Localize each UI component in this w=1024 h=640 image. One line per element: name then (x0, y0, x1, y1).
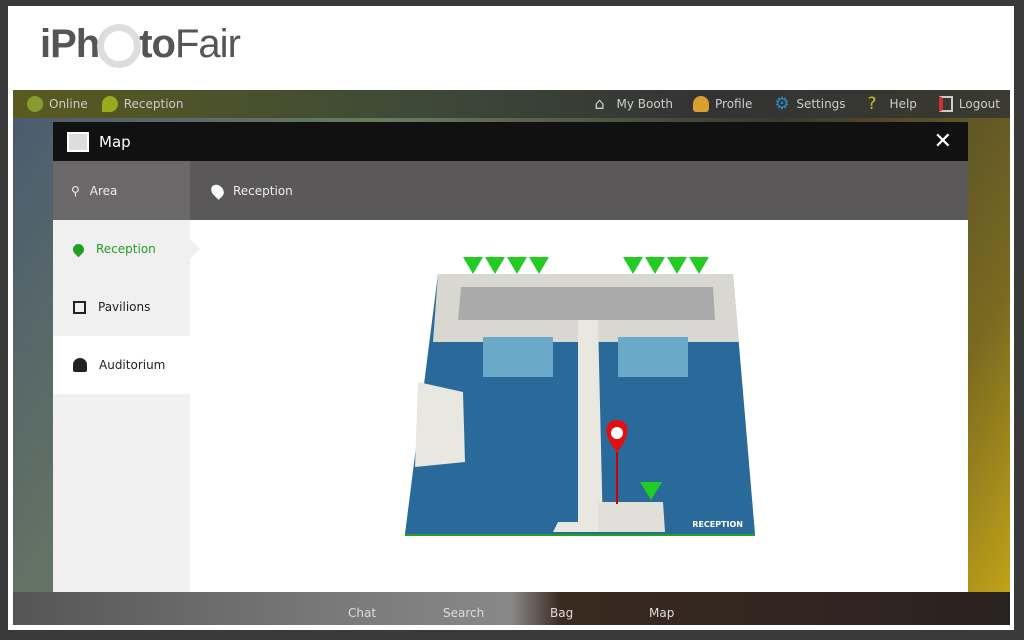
label: Reception (96, 242, 156, 256)
close-button[interactable]: ✕ (934, 129, 952, 154)
my-booth-button[interactable]: ⌂ My Booth (595, 96, 674, 112)
terrace (415, 382, 465, 467)
status-dot-icon (27, 96, 43, 112)
modal-header: Map ✕ (53, 122, 968, 161)
label: Reception (233, 183, 293, 198)
label: Area (89, 183, 118, 198)
booth-row (458, 287, 715, 320)
pin-icon (208, 181, 227, 200)
sidebar-item-pavilions[interactable]: Pavilions (53, 278, 190, 336)
map-button[interactable]: Map (649, 606, 674, 620)
sidebar-item-reception[interactable]: Reception (53, 220, 200, 278)
label: Auditorium (99, 358, 166, 372)
label: My Booth (616, 97, 674, 111)
map-icon (67, 131, 89, 152)
gear-icon: ⚙ (774, 94, 790, 114)
label: Settings (796, 97, 846, 111)
steps (598, 502, 665, 532)
top-toolbar: Online Reception ⌂ My Booth Profile ⚙ Sett… (13, 90, 1010, 118)
logout-button[interactable]: Logout (938, 96, 1000, 112)
modal-title: Map (99, 132, 131, 151)
location-label: Reception (123, 97, 184, 111)
reception-map[interactable]: RECEPTION (403, 252, 763, 542)
area-tabs: ⚲ Area Reception (53, 161, 968, 220)
map-modal: Map ✕ ⚲ Area Reception Reception Pavilion… (53, 122, 968, 592)
label: Pavilions (98, 300, 151, 314)
pin-icon (70, 241, 87, 257)
sidebar-item-auditorium[interactable]: Auditorium (53, 336, 190, 394)
chat-button[interactable]: Chat (348, 606, 376, 620)
settings-button[interactable]: ⚙ Settings (774, 94, 846, 114)
tab-reception[interactable]: Reception (190, 161, 293, 220)
bottom-bar: Chat Search Bag Map (13, 592, 1010, 625)
label: Profile (715, 97, 753, 111)
sidebar: Reception Pavilions Auditorium (53, 220, 200, 592)
map-label: RECEPTION (692, 520, 743, 529)
logo: iPh toFair (40, 22, 241, 69)
logout-icon (938, 96, 953, 112)
location-bubble-icon (101, 96, 118, 112)
bag-button[interactable]: Bag (550, 606, 573, 620)
profile-button[interactable]: Profile (693, 96, 752, 112)
auditorium-icon (73, 358, 87, 372)
pool-right (618, 337, 688, 377)
tab-area[interactable]: ⚲ Area (53, 161, 190, 220)
pool-left (483, 337, 553, 377)
location-reception[interactable]: Reception (101, 96, 184, 112)
status-online[interactable]: Online (27, 96, 88, 112)
square-icon (73, 300, 86, 314)
search-button[interactable]: Search (443, 606, 484, 620)
label: Logout (958, 97, 1000, 111)
home-icon: ⌂ (594, 94, 605, 113)
question-icon: ? (867, 94, 877, 114)
label: Help (889, 97, 917, 111)
profile-icon (693, 96, 710, 112)
help-button[interactable]: ? Help (867, 94, 917, 114)
area-icon: ⚲ (71, 183, 80, 198)
status-label: Online (49, 97, 88, 111)
